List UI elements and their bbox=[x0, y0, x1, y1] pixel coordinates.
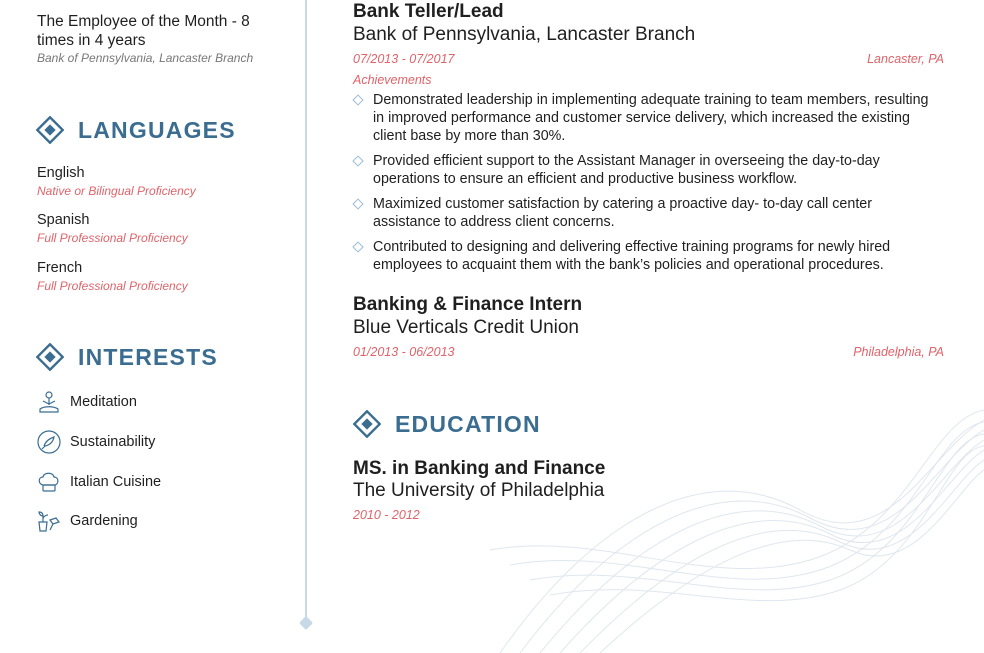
achievements-list: Demonstrated leadership in implementing … bbox=[352, 91, 943, 281]
language-name: English bbox=[37, 165, 85, 181]
school-name: The University of Philadelphia bbox=[353, 480, 605, 501]
interest-label: Meditation bbox=[70, 394, 137, 410]
achievement-item: Provided efficient support to the Assist… bbox=[352, 152, 943, 188]
achievement-item: Demonstrated leadership in implementing … bbox=[352, 91, 943, 145]
sidebar-column: The Employee of the Month - 8 times in 4… bbox=[0, 0, 306, 653]
interests-heading: INTERESTS bbox=[36, 343, 218, 371]
achievement-text: Provided efficient support to the Assist… bbox=[373, 153, 880, 187]
interest-label: Italian Cuisine bbox=[70, 474, 162, 490]
language-level: Full Professional Proficiency bbox=[37, 279, 188, 293]
interests-title: INTERESTS bbox=[78, 343, 218, 370]
education-title: EDUCATION bbox=[395, 410, 541, 437]
award-org: Bank of Pennsylvania, Lancaster Branch bbox=[37, 51, 254, 65]
sustainability-icon bbox=[37, 430, 61, 454]
job-title: Bank Teller/Lead bbox=[353, 1, 504, 22]
achievement-text: Maximized customer satisfaction by cater… bbox=[373, 196, 873, 230]
language-item: French Full Professional Proficiency bbox=[37, 259, 188, 295]
interest-item: Gardening bbox=[36, 508, 138, 534]
achievement-text: Contributed to designing and delivering … bbox=[373, 239, 891, 273]
language-name: French bbox=[37, 260, 83, 276]
job-meta: 01/2013 - 06/2013 Philadelphia, PA bbox=[353, 345, 944, 359]
background-waves bbox=[489, 409, 984, 653]
job-title: Banking & Finance Intern bbox=[353, 294, 583, 315]
interest-label: Gardening bbox=[70, 513, 138, 529]
gardening-icon bbox=[38, 511, 60, 532]
achievement-item: Maximized customer satisfaction by cater… bbox=[352, 195, 943, 231]
diamond-icon bbox=[36, 343, 64, 371]
interest-item: Meditation bbox=[36, 389, 137, 415]
job-location: Philadelphia, PA bbox=[853, 345, 944, 359]
interest-item: Italian Cuisine bbox=[36, 469, 161, 495]
language-item: English Native or Bilingual Proficiency bbox=[37, 164, 196, 200]
language-level: Full Professional Proficiency bbox=[37, 231, 188, 245]
bullet-diamond-icon bbox=[352, 198, 364, 210]
achievement-text: Demonstrated leadership in implementing … bbox=[373, 92, 929, 144]
chef-hat-icon bbox=[38, 472, 59, 492]
job-organization: Bank of Pennsylvania, Lancaster Branch bbox=[353, 24, 696, 45]
award-title: The Employee of the Month - 8 times in 4… bbox=[37, 13, 250, 49]
language-name: Spanish bbox=[37, 212, 90, 228]
timeline-divider bbox=[305, 0, 307, 622]
meditation-icon bbox=[39, 391, 59, 413]
achievement-item: Contributed to designing and delivering … bbox=[352, 238, 943, 274]
education-dates: 2010 - 2012 bbox=[353, 508, 420, 522]
bullet-diamond-icon bbox=[352, 241, 364, 253]
language-item: Spanish Full Professional Proficiency bbox=[37, 211, 188, 247]
diamond-icon bbox=[353, 410, 381, 438]
job-location: Lancaster, PA bbox=[867, 52, 944, 66]
job-organization: Blue Verticals Credit Union bbox=[353, 317, 579, 338]
languages-heading: LANGUAGES bbox=[36, 116, 236, 144]
education-heading: EDUCATION bbox=[353, 410, 541, 438]
bullet-diamond-icon bbox=[352, 94, 364, 106]
language-level: Native or Bilingual Proficiency bbox=[37, 184, 196, 198]
job-dates: 07/2013 - 07/2017 bbox=[353, 52, 455, 66]
bullet-diamond-icon bbox=[352, 155, 364, 167]
degree-title: MS. in Banking and Finance bbox=[353, 458, 606, 479]
diamond-icon bbox=[36, 116, 64, 144]
interest-label: Sustainability bbox=[70, 434, 156, 450]
education-meta: 2010 - 2012 bbox=[353, 508, 944, 522]
job-meta: 07/2013 - 07/2017 Lancaster, PA bbox=[353, 52, 944, 66]
languages-title: LANGUAGES bbox=[78, 116, 236, 143]
interest-item: Sustainability bbox=[36, 429, 155, 455]
job-dates: 01/2013 - 06/2013 bbox=[353, 345, 455, 359]
achievements-label: Achievements bbox=[353, 73, 432, 87]
